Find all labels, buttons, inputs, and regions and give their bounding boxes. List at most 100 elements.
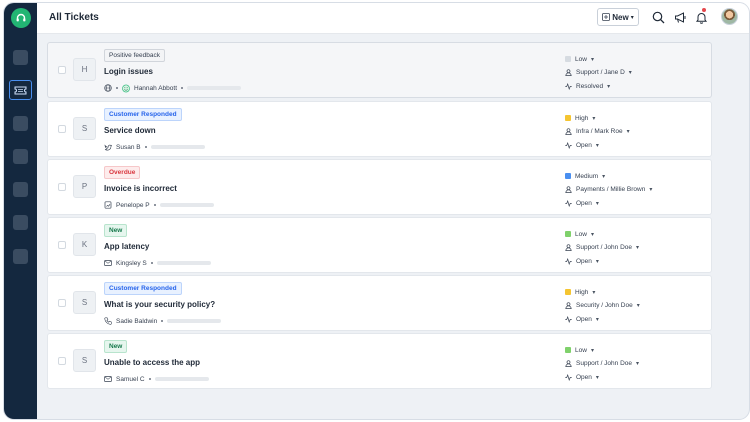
sidebar-item-7[interactable]	[13, 249, 28, 264]
priority-dropdown[interactable]: High ▾	[565, 287, 595, 297]
ticket-subject[interactable]: App latency	[104, 242, 149, 251]
separator-dot	[161, 320, 164, 322]
sidebar-item-4[interactable]	[13, 149, 28, 164]
form-icon	[104, 201, 112, 209]
assignee-dropdown[interactable]: Support / John Doe ▾	[565, 242, 639, 252]
sidebar-item-tickets[interactable]	[9, 80, 32, 100]
ticket-row[interactable]: H Positive feedback Login issues Hannah …	[48, 43, 711, 97]
ticket-subject[interactable]: Invoice is incorrect	[104, 184, 177, 193]
chevron-down-icon: ▾	[628, 69, 632, 76]
plus-square-icon	[602, 13, 611, 21]
assignee-dropdown[interactable]: Infra / Mark Roe ▾	[565, 126, 630, 136]
priority-dropdown[interactable]: Medium ▾	[565, 171, 605, 181]
ticket-tag: Customer Responded	[104, 282, 182, 295]
assignee-dropdown[interactable]: Support / Jane D ▾	[565, 67, 632, 77]
status-label: Open	[576, 199, 592, 207]
search-icon[interactable]	[651, 10, 665, 24]
priority-dropdown[interactable]: Low ▾	[565, 229, 594, 239]
row-checkbox[interactable]	[58, 241, 66, 249]
requester-initial: S	[73, 117, 96, 140]
requester-name[interactable]: Samuel C	[116, 376, 145, 383]
assignee-dropdown[interactable]: Support / John Doe ▾	[565, 358, 639, 368]
assignee-label: Security / John Doe	[576, 301, 633, 309]
sidebar-item-6[interactable]	[13, 215, 28, 230]
app-window: All Tickets New ▾ H Positive feedback Lo…	[3, 2, 750, 420]
requester-name[interactable]: Hannah Abbott	[134, 85, 177, 92]
priority-swatch	[565, 56, 571, 62]
email-icon	[104, 259, 112, 267]
placeholder-bar	[150, 145, 205, 149]
chevron-down-icon: ▾	[602, 173, 606, 180]
requester-name[interactable]: Sadie Baldwin	[116, 318, 157, 325]
status-dropdown[interactable]: Open ▾	[565, 314, 599, 324]
placeholder-bar	[159, 203, 214, 207]
ticket-row[interactable]: K New App latency Kingsley S Low ▾ Suppor…	[48, 218, 711, 272]
priority-dropdown[interactable]: Low ▾	[565, 345, 594, 355]
new-button[interactable]: New ▾	[597, 8, 639, 26]
row-checkbox[interactable]	[58, 357, 66, 365]
status-dropdown[interactable]: Resolved ▾	[565, 81, 610, 91]
priority-label: Low	[575, 346, 587, 354]
sidebar-item-5[interactable]	[13, 182, 28, 197]
top-bar: All Tickets New ▾	[37, 3, 749, 34]
requester-initial: K	[73, 233, 96, 256]
chevron-down-icon: ▾	[595, 142, 599, 149]
row-checkbox[interactable]	[58, 183, 66, 191]
requester-initial: H	[73, 58, 96, 81]
assignee-label: Support / Jane D	[576, 68, 625, 76]
ticket-meta: Sadie Baldwin	[104, 316, 222, 326]
requester-name[interactable]: Penelope P	[116, 202, 150, 209]
user-avatar[interactable]	[721, 8, 738, 25]
status-dropdown[interactable]: Open ▾	[565, 372, 599, 382]
separator-dot	[148, 378, 151, 380]
ticket-subject[interactable]: Login issues	[104, 67, 153, 76]
row-checkbox[interactable]	[58, 125, 66, 133]
status-dropdown[interactable]: Open ▾	[565, 256, 599, 266]
row-checkbox[interactable]	[58, 299, 66, 307]
assignee-dropdown[interactable]: Security / John Doe ▾	[565, 300, 640, 310]
ticket-subject[interactable]: Service down	[104, 126, 156, 135]
person-icon	[565, 127, 572, 135]
priority-swatch	[565, 289, 571, 295]
status-label: Open	[576, 315, 592, 323]
row-checkbox[interactable]	[58, 66, 66, 74]
ticket-row[interactable]: P Overdue Invoice is incorrect Penelope …	[48, 160, 711, 214]
priority-dropdown[interactable]: High ▾	[565, 113, 595, 123]
status-dropdown[interactable]: Open ▾	[565, 140, 599, 150]
ticket-row[interactable]: S Customer Responded Service down Susan …	[48, 102, 711, 156]
priority-label: High	[575, 114, 589, 122]
assignee-label: Infra / Mark Roe	[576, 127, 623, 135]
ticket-tag: Positive feedback	[104, 49, 165, 62]
bell-icon[interactable]	[694, 10, 708, 24]
activity-icon	[565, 373, 572, 381]
chevron-down-icon: ▾	[630, 14, 634, 21]
requester-name[interactable]: Kingsley S	[116, 260, 147, 267]
chevron-down-icon: ▾	[595, 258, 599, 265]
sidebar-item-3[interactable]	[13, 116, 28, 131]
new-button-label: New	[612, 12, 629, 22]
sidebar-item-1[interactable]	[13, 50, 28, 65]
ticket-subject[interactable]: What is your security policy?	[104, 300, 215, 309]
assignee-dropdown[interactable]: Payments / Millie Brown ▾	[565, 184, 652, 194]
requester-name[interactable]: Susan B	[116, 144, 141, 151]
activity-icon	[565, 315, 572, 323]
ticket-row[interactable]: S Customer Responded What is your securi…	[48, 276, 711, 330]
headset-logo-icon[interactable]	[11, 8, 31, 28]
phone-icon	[104, 317, 112, 325]
page-title: All Tickets	[49, 12, 99, 23]
chevron-down-icon: ▾	[595, 374, 599, 381]
activity-icon	[565, 257, 572, 265]
person-icon	[565, 301, 572, 309]
megaphone-icon[interactable]	[673, 10, 687, 24]
ticket-meta: Kingsley S	[104, 258, 211, 268]
priority-dropdown[interactable]: Low ▾	[565, 54, 594, 64]
priority-label: Medium	[575, 172, 599, 180]
ticket-row[interactable]: S New Unable to access the app Samuel C …	[48, 334, 711, 388]
separator-dot	[153, 204, 156, 206]
ticket-subject[interactable]: Unable to access the app	[104, 358, 200, 367]
activity-icon	[565, 141, 572, 149]
placeholder-bar	[154, 377, 209, 381]
activity-icon	[565, 199, 572, 207]
status-dropdown[interactable]: Open ▾	[565, 198, 599, 208]
requester-initial: S	[73, 349, 96, 372]
